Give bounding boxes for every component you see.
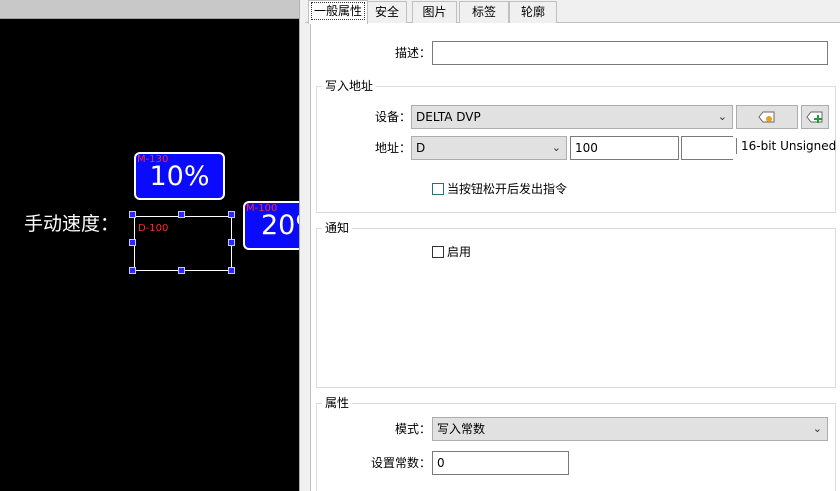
tag-add-icon [806, 111, 823, 123]
numeric-display-selected[interactable]: D-100 [134, 216, 232, 271]
device-add-button[interactable] [801, 105, 829, 129]
resize-handle-left[interactable] [129, 239, 136, 246]
write-address-group-title: 写入地址 [322, 79, 377, 93]
address-label: 地址： [374, 141, 411, 155]
chevron-down-icon: ⌄ [717, 110, 727, 123]
notify-enable-checkbox[interactable]: 启用 [432, 244, 471, 260]
checkbox-box[interactable] [432, 246, 444, 258]
mode-value: 写入常数 [437, 422, 486, 436]
tab-general[interactable]: 一般属性 [308, 0, 368, 24]
speed-label: 手动速度： [24, 213, 120, 235]
send-on-release-label: 当按钮松开后发出指令 [447, 182, 568, 196]
resize-handle-bottom-right[interactable] [228, 267, 235, 274]
tab-security[interactable]: 安全 [367, 1, 407, 23]
tab-outline[interactable]: 轮廓 [509, 1, 557, 23]
address-value-input[interactable]: 100 [570, 136, 679, 160]
device-settings-button[interactable] [736, 105, 798, 129]
checkbox-box[interactable] [432, 183, 444, 195]
mode-select[interactable]: 写入常数 ⌄ [432, 417, 828, 441]
tab-content-general: 描述： 写入地址 设备： DELTA DVP ⌄ 地址： D ⌄ 100 16-… [310, 23, 840, 491]
description-label: 描述： [394, 46, 431, 60]
button-value: 10% [149, 161, 210, 192]
resize-handle-top-right[interactable] [228, 211, 235, 218]
device-select[interactable]: DELTA DVP ⌄ [411, 105, 733, 129]
resize-handle-top-left[interactable] [129, 211, 136, 218]
constant-input[interactable]: 0 [432, 451, 569, 475]
notify-group-title: 通知 [322, 221, 353, 235]
canvas-top-bar [0, 0, 299, 19]
send-on-release-checkbox[interactable]: 当按钮松开后发出指令 [432, 181, 567, 197]
design-canvas[interactable]: 手动速度： M-130 10% M-100 20% D-100 [0, 0, 299, 491]
address-type-value: D [416, 141, 426, 155]
chevron-down-icon: ⌄ [812, 422, 822, 435]
resize-handle-bottom-left[interactable] [129, 267, 136, 274]
resize-handle-bottom[interactable] [178, 267, 185, 274]
notify-enable-label: 启用 [447, 245, 472, 259]
speed-10-button[interactable]: M-130 10% [134, 152, 225, 200]
address-type-select[interactable]: D ⌄ [411, 136, 567, 160]
constant-label: 设置常数： [370, 456, 431, 470]
chevron-down-icon: ⌄ [551, 141, 561, 154]
notify-group [316, 228, 836, 388]
data-type-label: 16-bit Unsigned [736, 138, 836, 154]
button-value: 20% [261, 210, 299, 241]
speed-20-button[interactable]: M-100 20% [243, 201, 299, 250]
properties-panel: 一般属性 安全 图片 标签 轮廓 描述： 写入地址 设备： DELTA DVP … [305, 0, 840, 491]
property-tabs: 一般属性 安全 图片 标签 轮廓 [305, 0, 840, 24]
device-value: DELTA DVP [416, 110, 481, 124]
description-input[interactable] [432, 41, 828, 65]
resize-handle-top[interactable] [178, 211, 185, 218]
address-extra-input[interactable] [681, 136, 733, 160]
properties-group-title: 属性 [322, 396, 353, 410]
tab-label[interactable]: 标签 [459, 1, 509, 23]
mode-label: 模式： [394, 422, 431, 436]
tag-settings-icon [758, 111, 775, 123]
device-label: 设备： [374, 110, 411, 124]
numeric-address-tag: D-100 [138, 223, 169, 234]
resize-handle-right[interactable] [228, 239, 235, 246]
tab-picture[interactable]: 图片 [412, 1, 457, 23]
